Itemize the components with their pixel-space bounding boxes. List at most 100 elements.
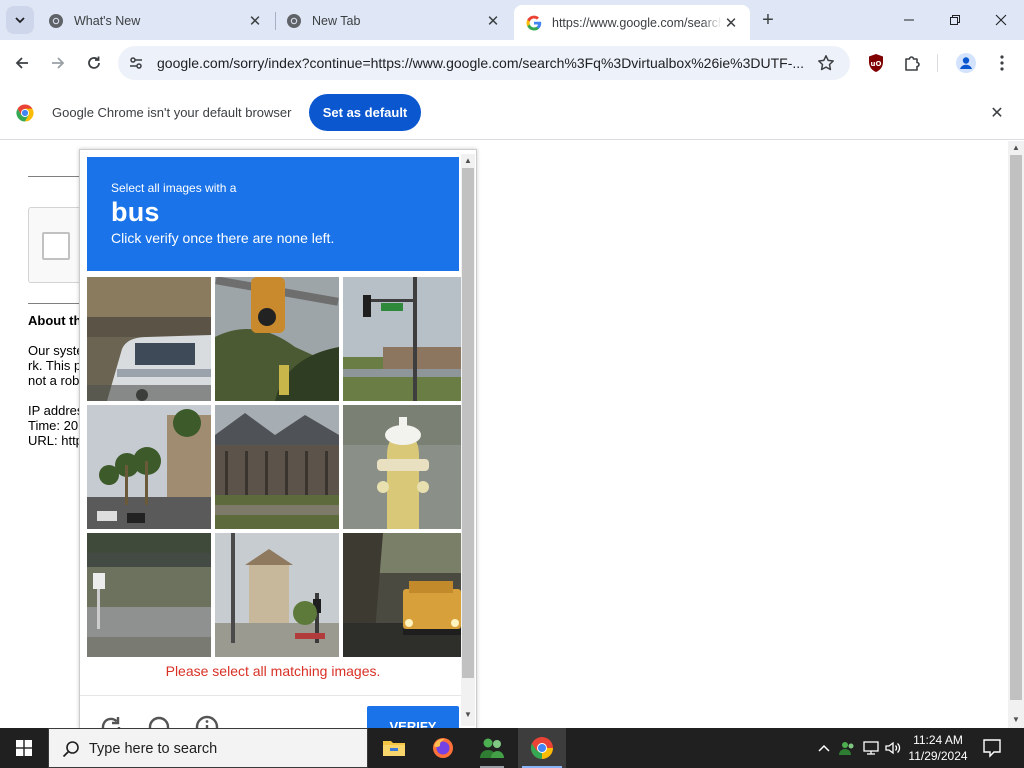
about-text-line: Our syste xyxy=(28,343,84,358)
extensions-button[interactable] xyxy=(898,49,926,77)
scroll-thumb[interactable] xyxy=(462,168,474,678)
reload-icon xyxy=(88,56,100,69)
chevron-down-icon xyxy=(15,17,25,24)
tab-title: https://www.google.com/search?q=virtualb… xyxy=(552,15,722,30)
plus-icon: + xyxy=(762,8,774,31)
close-tab-icon[interactable]: ✕ xyxy=(246,12,264,30)
people-tray-icon[interactable] xyxy=(837,738,857,758)
network-icon[interactable] xyxy=(861,738,881,758)
captcha-tile-4[interactable] xyxy=(87,405,211,529)
back-arrow-icon xyxy=(15,57,28,69)
taskbar-search[interactable]: Type here to search xyxy=(48,728,368,768)
ublock-extension-button[interactable]: uO xyxy=(862,49,890,77)
url-line[interactable]: URL: http xyxy=(28,433,83,448)
notification-icon[interactable] xyxy=(980,736,1004,760)
google-icon xyxy=(526,15,542,30)
chrome-icon xyxy=(530,737,553,759)
chrome-logo-icon xyxy=(16,104,34,122)
set-as-default-button[interactable]: Set as default xyxy=(309,94,421,131)
tab-google-search[interactable]: https://www.google.com/search?q=virtualb… xyxy=(514,5,750,40)
scroll-down-icon[interactable]: ▼ xyxy=(1012,716,1020,724)
captcha-tile-2[interactable] xyxy=(215,277,339,401)
challenge-instruction: Select all images with a xyxy=(111,181,237,195)
page-scrollbar[interactable]: ▲ ▼ xyxy=(1008,141,1024,728)
windows-taskbar: Type here to search 11:24 AM 11/29/2024 xyxy=(0,728,1024,768)
puzzle-icon xyxy=(905,56,920,71)
time-line: Time: 20 xyxy=(28,418,79,433)
about-text-line: not a rob xyxy=(28,373,80,388)
ip-address-line: IP addres xyxy=(28,403,84,418)
about-text-line: rk. This p xyxy=(28,358,82,373)
reload-challenge-icon[interactable] xyxy=(98,714,124,729)
captcha-tile-3[interactable] xyxy=(343,277,467,401)
back-button[interactable] xyxy=(7,48,37,78)
firefox-icon xyxy=(433,738,453,758)
tab-search-button[interactable] xyxy=(6,6,34,34)
recaptcha-checkbox[interactable] xyxy=(42,232,70,260)
chevron-up-icon[interactable] xyxy=(814,738,834,758)
windows-logo-icon xyxy=(16,740,32,756)
scroll-up-icon[interactable]: ▲ xyxy=(464,157,472,165)
close-tab-icon[interactable]: ✕ xyxy=(722,14,740,32)
challenge-scrollbar[interactable]: ▲ ▼ xyxy=(461,154,475,726)
captcha-tile-8[interactable] xyxy=(215,533,339,657)
captcha-challenge: Select all images with a bus Click verif… xyxy=(79,149,477,729)
reload-button[interactable] xyxy=(79,48,109,78)
start-button[interactable] xyxy=(0,728,48,768)
chrome-app[interactable] xyxy=(518,728,566,768)
toolbar-divider xyxy=(937,54,938,72)
svg-text:uO: uO xyxy=(871,60,882,68)
restore-button[interactable] xyxy=(932,0,978,40)
scroll-thumb[interactable] xyxy=(1010,155,1022,700)
address-bar[interactable]: google.com/sorry/index?continue=https://… xyxy=(118,46,850,80)
folder-icon xyxy=(383,741,405,756)
challenge-header: Select all images with a bus Click verif… xyxy=(87,157,459,271)
url-text[interactable]: google.com/sorry/index?continue=https://… xyxy=(157,55,807,71)
bookmark-button[interactable] xyxy=(814,51,838,75)
tune-icon xyxy=(130,57,142,69)
profile-button[interactable] xyxy=(952,49,980,77)
scroll-down-icon[interactable]: ▼ xyxy=(464,711,472,719)
star-icon xyxy=(818,55,834,71)
challenge-target: bus xyxy=(111,197,160,227)
green-app[interactable] xyxy=(468,728,516,768)
tab-title: What's New xyxy=(74,13,141,28)
chrome-icon xyxy=(49,13,63,28)
menu-button[interactable] xyxy=(988,49,1016,77)
file-explorer-app[interactable] xyxy=(370,728,418,768)
infobar-message: Google Chrome isn't your default browser xyxy=(52,105,292,120)
search-placeholder: Type here to search xyxy=(89,741,218,757)
new-tab-button[interactable]: + xyxy=(756,8,780,32)
captcha-tile-9[interactable] xyxy=(343,533,467,657)
forward-arrow-icon xyxy=(52,57,65,69)
info-icon[interactable] xyxy=(194,714,220,729)
search-icon xyxy=(62,741,79,758)
captcha-tile-7[interactable] xyxy=(87,533,211,657)
tab-title: New Tab xyxy=(312,13,361,28)
close-icon xyxy=(995,14,1007,26)
people-icon xyxy=(480,738,504,758)
scroll-up-icon[interactable]: ▲ xyxy=(1012,144,1020,152)
forward-button[interactable] xyxy=(43,48,73,78)
more-vert-icon xyxy=(1000,55,1004,71)
firefox-app[interactable] xyxy=(419,728,467,768)
close-window-button[interactable] xyxy=(978,0,1024,40)
captcha-tile-6[interactable] xyxy=(343,405,467,529)
tab-strip: What's New ✕ New Tab ✕ https://www.googl… xyxy=(0,0,1024,40)
challenge-subtitle: Click verify once there are none left. xyxy=(111,230,335,246)
chrome-icon xyxy=(287,13,301,28)
close-icon[interactable]: ✕ xyxy=(986,102,1008,124)
captcha-tile-5[interactable] xyxy=(215,405,339,529)
avatar-icon xyxy=(956,53,976,73)
minimize-button[interactable] xyxy=(886,0,932,40)
headphones-icon[interactable] xyxy=(146,714,172,729)
browser-toolbar: google.com/sorry/index?continue=https://… xyxy=(0,40,1024,86)
tab-whats-new[interactable]: What's New ✕ xyxy=(36,5,274,36)
site-info-button[interactable] xyxy=(124,51,148,75)
close-tab-icon[interactable]: ✕ xyxy=(484,12,502,30)
taskbar-clock[interactable]: 11:24 AM 11/29/2024 xyxy=(900,732,976,764)
verify-button[interactable]: VERIFY xyxy=(367,706,459,728)
tab-new-tab[interactable]: New Tab ✕ xyxy=(274,5,512,36)
captcha-tile-1[interactable] xyxy=(87,277,211,401)
ublock-shield-icon: uO xyxy=(869,54,883,72)
